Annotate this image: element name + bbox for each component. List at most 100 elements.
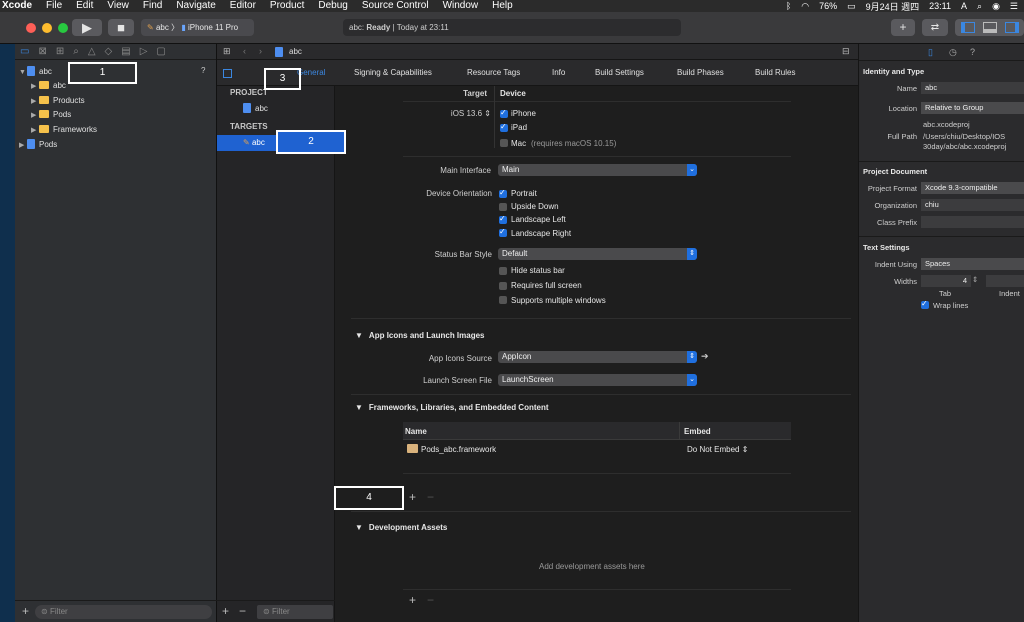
menu-find[interactable]: Find — [143, 0, 162, 12]
tab-info[interactable]: Info — [552, 68, 565, 77]
menu-product[interactable]: Product — [270, 0, 304, 12]
menu-file[interactable]: File — [46, 0, 62, 12]
minimize-window-button[interactable] — [42, 23, 52, 33]
code-review-button[interactable]: ⇄ — [922, 19, 948, 36]
development-assets-section-header[interactable]: ▼ Development Assets — [355, 523, 447, 532]
disclosure-closed-icon[interactable]: ▶ — [31, 80, 39, 94]
hide-targets-icon[interactable] — [223, 69, 232, 78]
scheme-selector[interactable]: ✎ abc 〉 ▮ iPhone 11 Pro — [141, 19, 254, 36]
tree-item-folder[interactable]: ▶ Products — [31, 94, 85, 108]
menu-navigate[interactable]: Navigate — [176, 0, 215, 12]
breakpoint-icon[interactable]: ▷ — [140, 46, 148, 57]
disclosure-closed-icon[interactable]: ▶ — [19, 139, 27, 153]
menu-debug[interactable]: Debug — [318, 0, 347, 12]
history-inspector-icon[interactable]: ◷ — [949, 47, 957, 58]
back-button[interactable]: ‹ — [243, 46, 246, 56]
frameworks-section-header[interactable]: ▼ Frameworks, Libraries, and Embedded Con… — [355, 403, 549, 412]
targets-filter-input[interactable]: ⊜ Filter — [257, 605, 333, 619]
indent-using-select[interactable]: Spaces — [921, 258, 1024, 270]
hide-status-bar-checkbox[interactable] — [499, 267, 507, 275]
iphone-checkbox[interactable] — [500, 108, 508, 118]
navigator-filter-input[interactable]: ⊜ Filter — [35, 605, 212, 619]
name-field[interactable]: abc — [921, 82, 1024, 94]
warning-icon[interactable]: △ — [88, 46, 96, 57]
disclosure-open-icon[interactable]: ▼ — [355, 523, 363, 532]
disclosure-closed-icon[interactable]: ▶ — [31, 124, 39, 138]
help-inspector-icon[interactable]: ? — [970, 47, 975, 57]
tab-width-field[interactable]: 4 — [921, 275, 971, 287]
menu-help[interactable]: Help — [492, 0, 513, 12]
disclosure-open-icon[interactable]: ▼ — [19, 66, 27, 80]
related-items-icon[interactable]: ⊞ — [223, 46, 231, 57]
tab-width-stepper[interactable]: ⇕ — [972, 275, 978, 284]
mac-checkbox[interactable] — [500, 139, 508, 147]
test-icon[interactable]: ◇ — [105, 46, 113, 57]
go-to-asset-arrow-icon[interactable]: ➔ — [701, 351, 709, 362]
table-row[interactable]: Pods_abc.framework Do Not Embed ⇕ — [403, 440, 791, 458]
spotlight-icon[interactable]: ⌕ — [977, 1, 982, 12]
requires-full-screen-checkbox[interactable] — [499, 282, 507, 290]
navigator-toggle-icon[interactable] — [961, 22, 975, 33]
menu-editor[interactable]: Editor — [230, 0, 256, 12]
app-icons-source-select[interactable]: AppIcon ⇕ — [498, 351, 697, 363]
tree-item-folder[interactable]: ▶ Frameworks — [31, 123, 97, 137]
symbol-icon[interactable]: ⊞ — [56, 46, 64, 57]
disclosure-open-icon[interactable]: ▼ — [355, 403, 363, 412]
control-center-icon[interactable]: ☰ — [1010, 1, 1018, 12]
status-bar-style-select[interactable]: Default ⇕ — [498, 248, 697, 260]
debug-area-toggle-icon[interactable] — [983, 22, 997, 33]
tree-item-folder[interactable]: ▶ abc — [31, 79, 66, 93]
add-framework-button[interactable]: + — [409, 490, 416, 504]
tab-general[interactable]: General — [297, 68, 325, 77]
add-file-button[interactable]: + — [22, 604, 29, 618]
input-source-icon[interactable]: A — [961, 1, 967, 11]
file-inspector-icon[interactable]: ▯ — [928, 47, 933, 58]
menu-view[interactable]: View — [107, 0, 129, 12]
upside-down-checkbox[interactable] — [499, 203, 507, 211]
tree-item-project[interactable]: ▼ abc — [19, 65, 52, 79]
source-control-icon[interactable]: ⊠ — [38, 46, 46, 57]
clock-date[interactable]: 9月24日 週四 — [866, 0, 920, 13]
disclosure-open-icon[interactable]: ▼ — [355, 331, 363, 340]
clock-time[interactable]: 23:11 — [929, 1, 951, 11]
app-icons-section-header[interactable]: ▼ App Icons and Launch Images — [355, 331, 485, 340]
wifi-icon[interactable]: ◠ — [801, 1, 809, 12]
project-format-select[interactable]: Xcode 9.3-compatible — [921, 182, 1024, 194]
tree-item-project[interactable]: ▶ Pods — [19, 138, 57, 152]
run-button[interactable]: ▶ — [72, 19, 102, 36]
library-button[interactable]: + — [891, 19, 915, 36]
embed-select[interactable]: Do Not Embed ⇕ — [687, 445, 748, 454]
remove-framework-button[interactable]: − — [427, 490, 434, 504]
ipad-checkbox[interactable] — [500, 122, 508, 132]
indent-width-field[interactable] — [986, 275, 1024, 287]
inspector-toggle-icon[interactable] — [1005, 22, 1019, 33]
close-window-button[interactable] — [26, 23, 36, 33]
user-icon[interactable]: ◉ — [992, 1, 1000, 12]
portrait-checkbox[interactable] — [499, 188, 507, 198]
tab-build-phases[interactable]: Build Phases — [677, 68, 724, 77]
disclosure-closed-icon[interactable]: ▶ — [31, 95, 39, 109]
menu-edit[interactable]: Edit — [76, 0, 93, 12]
add-asset-button[interactable]: + — [409, 593, 416, 607]
column-header-name[interactable]: Name — [405, 427, 427, 436]
multiple-windows-checkbox[interactable] — [499, 296, 507, 304]
tab-build-rules[interactable]: Build Rules — [755, 68, 795, 77]
disclosure-closed-icon[interactable]: ▶ — [31, 109, 39, 123]
landscape-right-checkbox[interactable] — [499, 227, 507, 237]
wrap-lines-checkbox[interactable] — [921, 299, 929, 309]
location-select[interactable]: Relative to Group — [921, 102, 1024, 114]
remove-asset-button[interactable]: − — [427, 593, 434, 607]
tab-build-settings[interactable]: Build Settings — [595, 68, 644, 77]
remove-target-button[interactable]: − — [239, 604, 246, 618]
breadcrumb[interactable]: abc — [289, 47, 302, 56]
project-item[interactable]: abc — [217, 101, 335, 117]
battery-level[interactable]: 76% — [819, 1, 837, 11]
stop-button[interactable]: ■ — [108, 19, 134, 36]
folder-icon[interactable]: ▭ — [20, 46, 29, 57]
column-header-embed[interactable]: Embed — [684, 427, 711, 436]
menu-source-control[interactable]: Source Control — [362, 0, 429, 12]
menu-app-name[interactable]: Xcode — [2, 0, 32, 12]
main-interface-select[interactable]: Main ⌄ — [498, 164, 697, 176]
launch-screen-select[interactable]: LaunchScreen ⌄ — [498, 374, 697, 386]
tree-item-folder[interactable]: ▶ Pods — [31, 108, 71, 122]
